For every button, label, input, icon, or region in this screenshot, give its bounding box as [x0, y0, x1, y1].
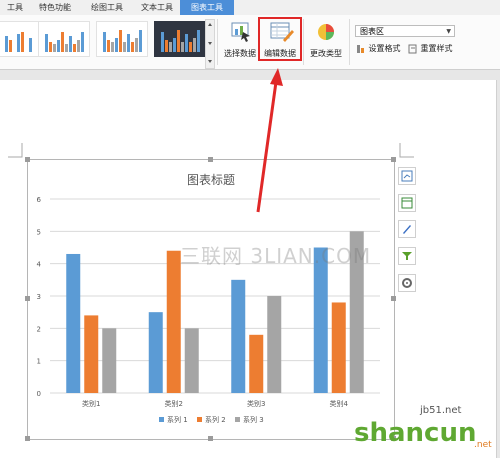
select-data-icon: [231, 22, 250, 42]
y-tick-label: 6: [37, 196, 42, 204]
chevron-up-down-icon: [208, 23, 212, 63]
y-tick-label: 1: [37, 358, 41, 366]
set-format-label: 设置格式: [368, 44, 401, 53]
tab-chart-tools[interactable]: 图表工具: [180, 0, 234, 15]
chart-elements-button[interactable]: [398, 167, 416, 185]
chart-element-select-value: 图表区: [360, 27, 384, 36]
legend-label: 系列 1: [167, 415, 188, 424]
bar: [313, 247, 328, 393]
layout-icon: [401, 197, 413, 209]
edit-data-highlight-box: [258, 17, 302, 61]
resize-handle[interactable]: [25, 436, 30, 441]
watermark-jb51: jb51.net: [420, 405, 462, 416]
legend-swatch: [197, 417, 202, 422]
chart-style-thumb-dark[interactable]: [154, 21, 206, 57]
gallery-scrollbar[interactable]: [205, 19, 215, 69]
reset-style-label: 重置样式: [420, 44, 453, 53]
chart-style-thumb[interactable]: [0, 21, 42, 57]
resize-handle[interactable]: [391, 157, 396, 162]
bar: [267, 296, 282, 393]
resize-handle[interactable]: [208, 157, 213, 162]
chart-style-preview-icon: [45, 32, 84, 52]
resize-handle[interactable]: [391, 296, 396, 301]
legend-swatch: [235, 417, 240, 422]
chart-elements-icon: [401, 170, 413, 182]
tab-drawing-tools[interactable]: 绘图工具: [80, 0, 134, 15]
legend-label: 系列 2: [205, 415, 226, 424]
chart-style-preview-icon: [5, 32, 32, 52]
legend-swatch: [159, 417, 164, 422]
reset-style-button[interactable]: 重置样式: [408, 43, 453, 55]
change-type-label: 更改类型: [310, 49, 342, 58]
ribbon-panel: 选择数据 编辑数据 更改类型 图表区 ▼ 设置格式 重置样式: [0, 15, 500, 70]
chart-object[interactable]: 图表标题 0 1 2 3 4 5 6 类别1 类别2 类别3 类别4 系列 1 系列 2 系列 3: [27, 159, 395, 440]
x-tick-label: 类别1: [82, 399, 100, 408]
ribbon-separator: [217, 19, 218, 65]
chart-settings-button[interactable]: [398, 274, 416, 292]
bar: [66, 253, 81, 393]
pie-chart-icon: [318, 24, 334, 40]
bar: [148, 312, 163, 393]
tab-tools[interactable]: 工具: [0, 0, 30, 15]
watermark-shancun: shancun: [354, 418, 477, 448]
legend-label: 系列 3: [243, 415, 264, 424]
bar: [166, 250, 181, 393]
ribbon-tab-bar: 工具 特色功能 绘图工具 文本工具 图表工具: [0, 0, 500, 16]
bar: [231, 279, 246, 393]
ribbon-separator: [349, 19, 350, 65]
reset-icon: [408, 44, 417, 53]
gear-icon: [402, 278, 412, 288]
bar: [184, 328, 199, 393]
chart-filter-button[interactable]: [398, 247, 416, 265]
y-tick-label: 0: [37, 390, 41, 398]
tab-text-tools[interactable]: 文本工具: [130, 0, 184, 15]
format-brush-icon: [357, 44, 364, 53]
brush-icon: [403, 225, 411, 234]
resize-handle[interactable]: [208, 436, 213, 441]
y-tick-label: 3: [37, 293, 41, 301]
chart-element-select[interactable]: 图表区 ▼: [355, 25, 455, 37]
y-tick-label: 5: [37, 228, 41, 236]
y-tick-label: 4: [37, 261, 42, 269]
x-tick-label: 类别2: [165, 399, 183, 408]
x-tick-label: 类别4: [330, 399, 349, 408]
bar: [84, 315, 99, 393]
bar: [249, 334, 264, 393]
watermark-center: 三联网 3LIAN.COM: [180, 244, 372, 268]
x-tick-label: 类别3: [247, 399, 265, 408]
filter-icon: [402, 252, 412, 260]
ribbon-separator: [303, 19, 304, 65]
chart-style-thumb[interactable]: [96, 21, 148, 57]
change-type-button[interactable]: 更改类型: [305, 18, 347, 66]
chart-style-preview-icon: [161, 30, 200, 52]
resize-handle[interactable]: [25, 157, 30, 162]
bar-chart: 图表标题 0 1 2 3 4 5 6 类别1 类别2 类别3 类别4 系列 1 系列 2 系列 3: [37, 173, 380, 424]
chart-style-button[interactable]: [398, 220, 416, 238]
watermark-shancun-suffix: .net: [474, 440, 492, 450]
tab-special-features[interactable]: 特色功能: [28, 0, 82, 15]
bar: [102, 328, 117, 393]
chevron-down-icon: ▼: [446, 28, 451, 35]
chart-layout-button[interactable]: [398, 194, 416, 212]
set-format-button[interactable]: 设置格式: [356, 43, 401, 55]
y-tick-label: 2: [37, 325, 41, 333]
chart-style-preview-icon: [103, 30, 142, 52]
bar: [331, 302, 346, 393]
chart-style-thumb[interactable]: [38, 21, 90, 57]
chart-title: 图表标题: [187, 173, 235, 187]
resize-handle[interactable]: [25, 296, 30, 301]
select-data-label: 选择数据: [224, 49, 256, 58]
select-data-button[interactable]: 选择数据: [219, 18, 261, 66]
